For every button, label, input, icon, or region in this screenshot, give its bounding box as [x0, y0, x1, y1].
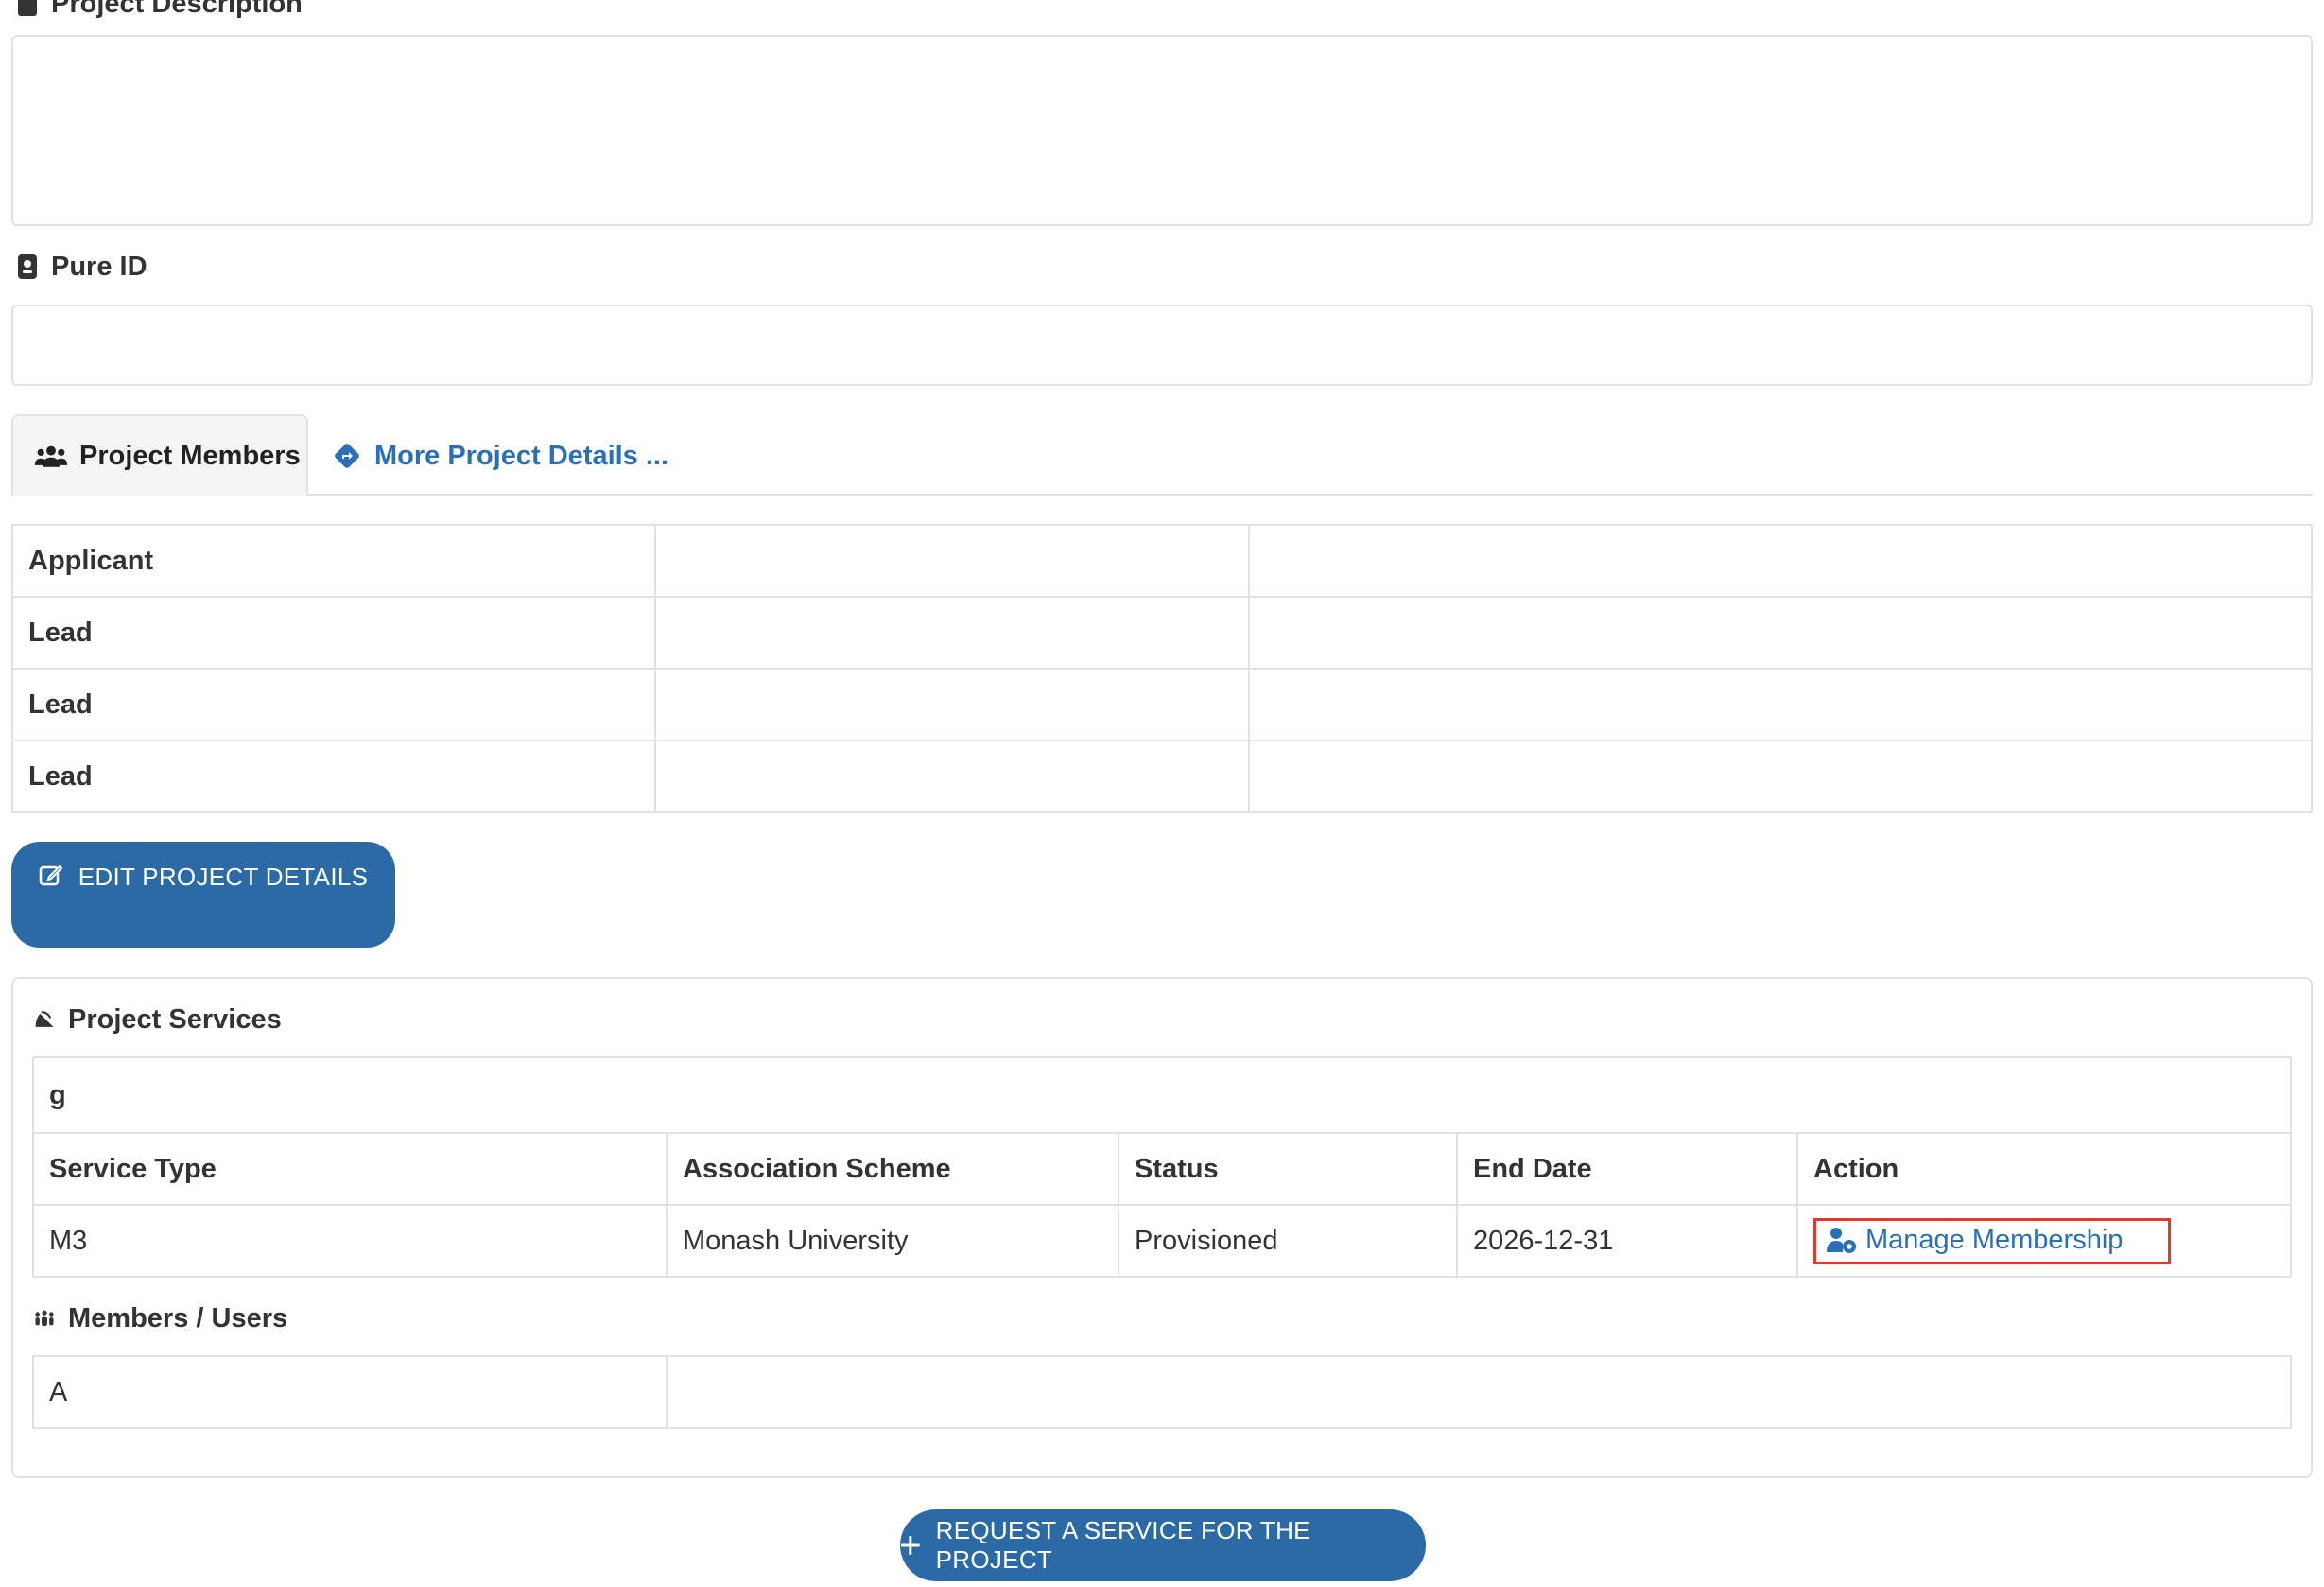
header-end-date: End Date: [1456, 1132, 1798, 1206]
member-name: [654, 596, 1250, 670]
member-name: [654, 740, 1250, 813]
project-description-label: Project Description: [17, 0, 303, 21]
service-group-name: g: [32, 1056, 2292, 1134]
member-name: [654, 668, 1250, 741]
pure-id-field[interactable]: [11, 305, 2313, 386]
tab-divider: [308, 494, 2313, 496]
plus-icon: [900, 1536, 920, 1555]
manage-membership-link[interactable]: Manage Membership: [1813, 1217, 2172, 1264]
tab-more-project-details[interactable]: More Project Details ...: [333, 435, 668, 477]
cell-action: Manage Membership: [1796, 1204, 2292, 1278]
pure-id-label: Pure ID: [17, 248, 147, 286]
table-header-row: Service Type Association Scheme Status E…: [32, 1132, 2292, 1206]
project-services-title: Project Services: [34, 1001, 282, 1038]
file-icon: [18, 0, 37, 16]
header-association-scheme: Association Scheme: [666, 1132, 1119, 1206]
edit-project-details-button[interactable]: EDIT PROJECT DETAILS: [11, 842, 395, 948]
members-users-table: A: [32, 1355, 2292, 1429]
table-row: Applicant: [11, 524, 2313, 598]
member-email: [1248, 740, 2313, 813]
services-table: g Service Type Association Scheme Status…: [32, 1056, 2292, 1278]
header-service-type: Service Type: [32, 1132, 668, 1206]
member-email: [1248, 524, 2313, 598]
cell-status: Provisioned: [1118, 1204, 1458, 1278]
member-email: [1248, 668, 2313, 741]
member-name: [654, 524, 1250, 598]
cell-service-type: M3: [32, 1204, 668, 1278]
edit-icon: [39, 864, 63, 886]
table-row: Lead: [11, 740, 2313, 813]
member-role: Lead: [11, 668, 656, 741]
members-users-title: Members / Users: [34, 1299, 287, 1337]
header-status: Status: [1118, 1132, 1458, 1206]
table-row: M3 Monash University Provisioned 2026-12…: [32, 1204, 2292, 1278]
member-role: Lead: [11, 740, 656, 813]
tab-project-members[interactable]: Project Members: [11, 414, 308, 496]
table-row: A: [32, 1355, 2292, 1429]
cell-end-date: 2026-12-31: [1456, 1204, 1798, 1278]
user-gear-icon: [1827, 1228, 1856, 1253]
member-role: Applicant: [11, 524, 656, 598]
satellite-dish-icon: [35, 1011, 54, 1027]
diamond-arrow-icon: [335, 444, 359, 468]
user-detail: [666, 1355, 2292, 1429]
id-badge-icon: [18, 254, 37, 279]
header-action: Action: [1796, 1132, 2292, 1206]
people-group-icon: [35, 1310, 54, 1327]
cell-association-scheme: Monash University: [666, 1204, 1119, 1278]
members-table: Applicant Lead Lead Lead: [11, 524, 2313, 813]
user-name: A: [32, 1355, 668, 1429]
table-row: Lead: [11, 596, 2313, 670]
project-description-field[interactable]: [11, 35, 2313, 226]
users-icon: [34, 445, 68, 467]
table-row: Lead: [11, 668, 2313, 741]
member-role: Lead: [11, 596, 656, 670]
request-service-button[interactable]: REQUEST A SERVICE FOR THE PROJECT: [900, 1509, 1426, 1581]
member-email: [1248, 596, 2313, 670]
